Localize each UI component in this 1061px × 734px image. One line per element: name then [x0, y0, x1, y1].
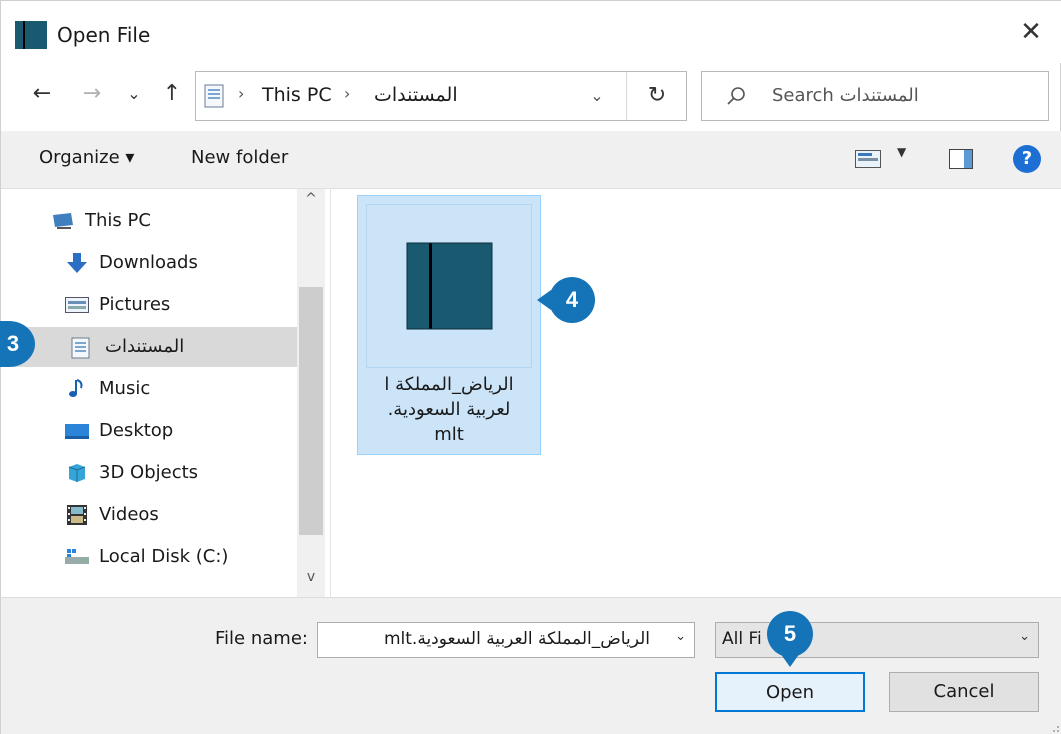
file-list: الرياض_المملكة ا لعربية السعودية. mlt	[333, 189, 1061, 597]
preview-pane-icon[interactable]	[949, 149, 973, 169]
drive-icon	[65, 547, 89, 567]
computer-icon	[51, 211, 75, 231]
file-name-line: الرياض_المملكة ا	[384, 374, 514, 395]
command-bar: Organize ▾ New folder ▼ ?	[1, 131, 1061, 189]
new-folder-button[interactable]: New folder	[191, 147, 288, 168]
sidebar-item-label: Downloads	[99, 252, 198, 273]
dialog-footer: File name: الرياض_المملكة العربية السعود…	[1, 597, 1061, 734]
search-input[interactable]: Search المستندات	[701, 71, 1049, 121]
chevron-down-icon[interactable]: ⌄	[1019, 629, 1030, 644]
navigation-row: ← → ⌄ ↑ › This PC › المستندات ⌄ ↻ Search…	[1, 65, 1061, 127]
sidebar-item-label: Local Disk (C:)	[99, 546, 229, 567]
file-name: الرياض_المملكة ا لعربية السعودية. mlt	[360, 372, 538, 447]
breadcrumb-documents[interactable]: المستندات	[374, 84, 458, 106]
organize-button[interactable]: Organize ▾	[39, 147, 134, 168]
recent-locations-button[interactable]: ⌄	[121, 79, 147, 109]
step-marker-5: 5	[767, 611, 813, 667]
sidebar-item-music[interactable]: Music	[1, 369, 297, 409]
file-name-value: الرياض_المملكة العربية السعودية.mlt	[383, 629, 650, 649]
breadcrumb-separator: ›	[344, 84, 351, 103]
file-type-select[interactable]: All Fi ⌄	[715, 622, 1039, 658]
scroll-thumb[interactable]	[299, 287, 323, 535]
sidebar-item-3d-objects[interactable]: 3D Objects	[1, 453, 297, 493]
chevron-down-icon[interactable]: ⌄	[675, 629, 686, 644]
sidebar-item-desktop[interactable]: Desktop	[1, 411, 297, 451]
cancel-button[interactable]: Cancel	[889, 672, 1039, 712]
open-button[interactable]: Open	[715, 672, 865, 712]
search-placeholder: Search المستندات	[772, 85, 919, 106]
file-item[interactable]: الرياض_المملكة ا لعربية السعودية. mlt	[357, 195, 541, 455]
open-file-dialog: Open File ✕ ← → ⌄ ↑ › This PC › المستندا…	[0, 0, 1061, 734]
sidebar-item-downloads[interactable]: Downloads	[1, 243, 297, 283]
file-name-line: mlt	[434, 424, 464, 445]
sidebar-item-label: Pictures	[99, 294, 171, 315]
document-icon	[204, 84, 224, 108]
file-type-value: All Fi	[722, 629, 762, 649]
breadcrumb-this-pc[interactable]: This PC	[262, 84, 332, 106]
address-bar[interactable]: › This PC › المستندات ⌄ ↻	[195, 71, 687, 121]
close-button[interactable]: ✕	[1014, 15, 1048, 49]
sidebar-item-label: Videos	[99, 504, 159, 525]
sidebar-item-label: المستندات	[105, 336, 185, 357]
document-icon	[71, 337, 95, 359]
file-name-line: لعربية السعودية.	[387, 399, 511, 420]
sidebar-item-this-pc[interactable]: This PC	[1, 201, 297, 241]
music-note-icon	[65, 379, 89, 399]
sidebar-item-pictures[interactable]: Pictures	[1, 285, 297, 325]
up-button[interactable]: ↑	[159, 79, 185, 109]
download-arrow-icon	[65, 253, 89, 273]
cube-icon	[65, 463, 89, 483]
window-title: Open File	[57, 23, 151, 47]
file-name-field[interactable]: الرياض_المملكة العربية السعودية.mlt ⌄	[317, 622, 695, 658]
film-icon	[65, 505, 89, 525]
sidebar-item-local-disk[interactable]: Local Disk (C:)	[1, 537, 297, 577]
help-icon[interactable]: ?	[1013, 145, 1041, 173]
nav-pane-scrollbar[interactable]: ^ v	[297, 189, 325, 597]
document-icon	[406, 242, 493, 330]
desktop-icon	[65, 421, 89, 441]
search-icon	[724, 84, 748, 108]
file-thumbnail	[366, 204, 532, 368]
step-marker-label: 3	[6, 331, 20, 356]
scroll-up-button[interactable]: ^	[297, 191, 325, 215]
view-dropdown-button[interactable]: ▼	[897, 145, 906, 159]
sidebar-item-documents[interactable]: المستندات	[1, 327, 297, 367]
sidebar-item-videos[interactable]: Videos	[1, 495, 297, 535]
sidebar-item-label: Music	[99, 378, 151, 399]
title-bar: Open File ✕	[1, 1, 1061, 63]
scroll-down-button[interactable]: v	[297, 569, 325, 593]
breadcrumb-separator: ›	[238, 84, 245, 103]
back-button[interactable]: ←	[29, 79, 55, 109]
chevron-down-icon[interactable]: ⌄	[582, 82, 612, 110]
forward-button[interactable]: →	[79, 79, 105, 109]
address-divider	[626, 72, 627, 120]
sidebar-item-label: 3D Objects	[99, 462, 199, 483]
resize-grip-icon[interactable]	[1048, 721, 1060, 733]
sidebar-item-label: Desktop	[99, 420, 174, 441]
refresh-button[interactable]: ↻	[640, 82, 674, 110]
step-marker-4: 4	[537, 277, 595, 323]
document-icon	[15, 21, 47, 49]
pictures-icon	[65, 295, 89, 315]
file-name-label: File name:	[215, 628, 308, 649]
navigation-pane: This PC Downloads Pictures المستندات Mus…	[1, 189, 331, 597]
sidebar-item-label: This PC	[85, 210, 151, 231]
view-options-icon[interactable]	[855, 150, 881, 168]
